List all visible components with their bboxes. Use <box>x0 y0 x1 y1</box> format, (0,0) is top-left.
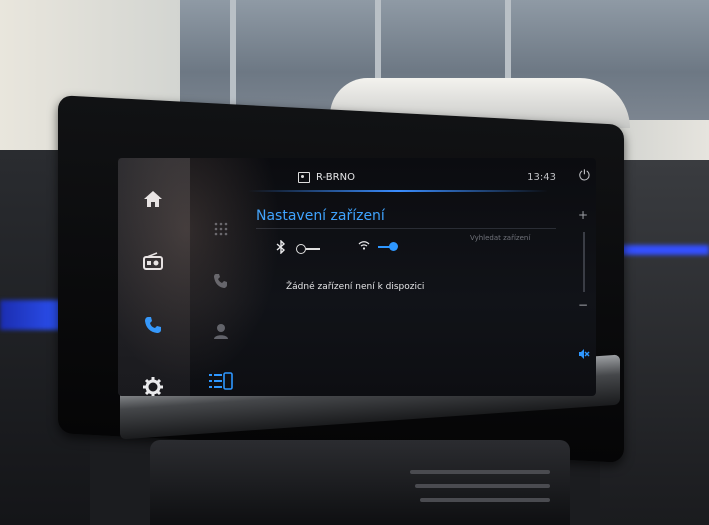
toggle-track <box>306 248 320 250</box>
bluetooth-icon <box>276 239 286 258</box>
air-vent <box>150 440 570 525</box>
empty-state-message: Žádné zařízení není k dispozici <box>286 282 425 292</box>
main-navigation-rail <box>118 158 190 396</box>
volume-up-icon[interactable]: + <box>578 208 588 222</box>
ambient-light-right <box>615 245 709 255</box>
phone-sub-navigation <box>190 198 248 396</box>
now-playing-station[interactable]: R-BRNO <box>298 172 355 183</box>
home-icon[interactable] <box>138 184 168 214</box>
radio-icon[interactable] <box>138 246 168 276</box>
device-list-icon[interactable] <box>206 368 236 394</box>
infotainment-screen: R-BRNO 13:43 ⏻ Nastavení zařízení Vyhled… <box>118 158 596 396</box>
wifi-icon <box>358 240 370 253</box>
volume-down-icon[interactable]: − <box>578 298 588 312</box>
status-bar: R-BRNO 13:43 ⏻ <box>248 158 596 192</box>
vent-slot <box>420 498 550 502</box>
bluetooth-toggle[interactable] <box>296 244 320 254</box>
gear-icon[interactable] <box>138 372 168 396</box>
building-pillar <box>230 0 236 120</box>
radio-station-icon <box>298 172 310 183</box>
phone-icon[interactable] <box>138 310 168 340</box>
toggle-knob <box>296 244 306 254</box>
vent-slot <box>415 484 550 488</box>
contacts-icon[interactable] <box>206 318 236 344</box>
call-log-icon[interactable] <box>206 268 236 294</box>
bluetooth-toggle-row[interactable] <box>276 239 320 258</box>
search-devices-button[interactable]: Vyhledat zařízení <box>470 234 530 242</box>
status-bar-glow <box>248 190 548 192</box>
page-title: Nastavení zařízení <box>256 208 385 224</box>
volume-level-bar[interactable] <box>583 232 585 292</box>
power-icon[interactable]: ⏻ <box>579 168 590 184</box>
wifi-toggle-row[interactable] <box>358 240 398 253</box>
dialpad-icon[interactable] <box>206 216 236 242</box>
station-name: R-BRNO <box>316 172 355 183</box>
wifi-toggle[interactable] <box>378 241 398 252</box>
title-divider <box>256 228 556 229</box>
volume-rail: + − <box>572 198 596 396</box>
toggle-knob <box>389 241 398 251</box>
mute-icon[interactable] <box>578 348 590 363</box>
vent-slot <box>410 470 550 474</box>
clock: 13:43 <box>527 172 556 183</box>
